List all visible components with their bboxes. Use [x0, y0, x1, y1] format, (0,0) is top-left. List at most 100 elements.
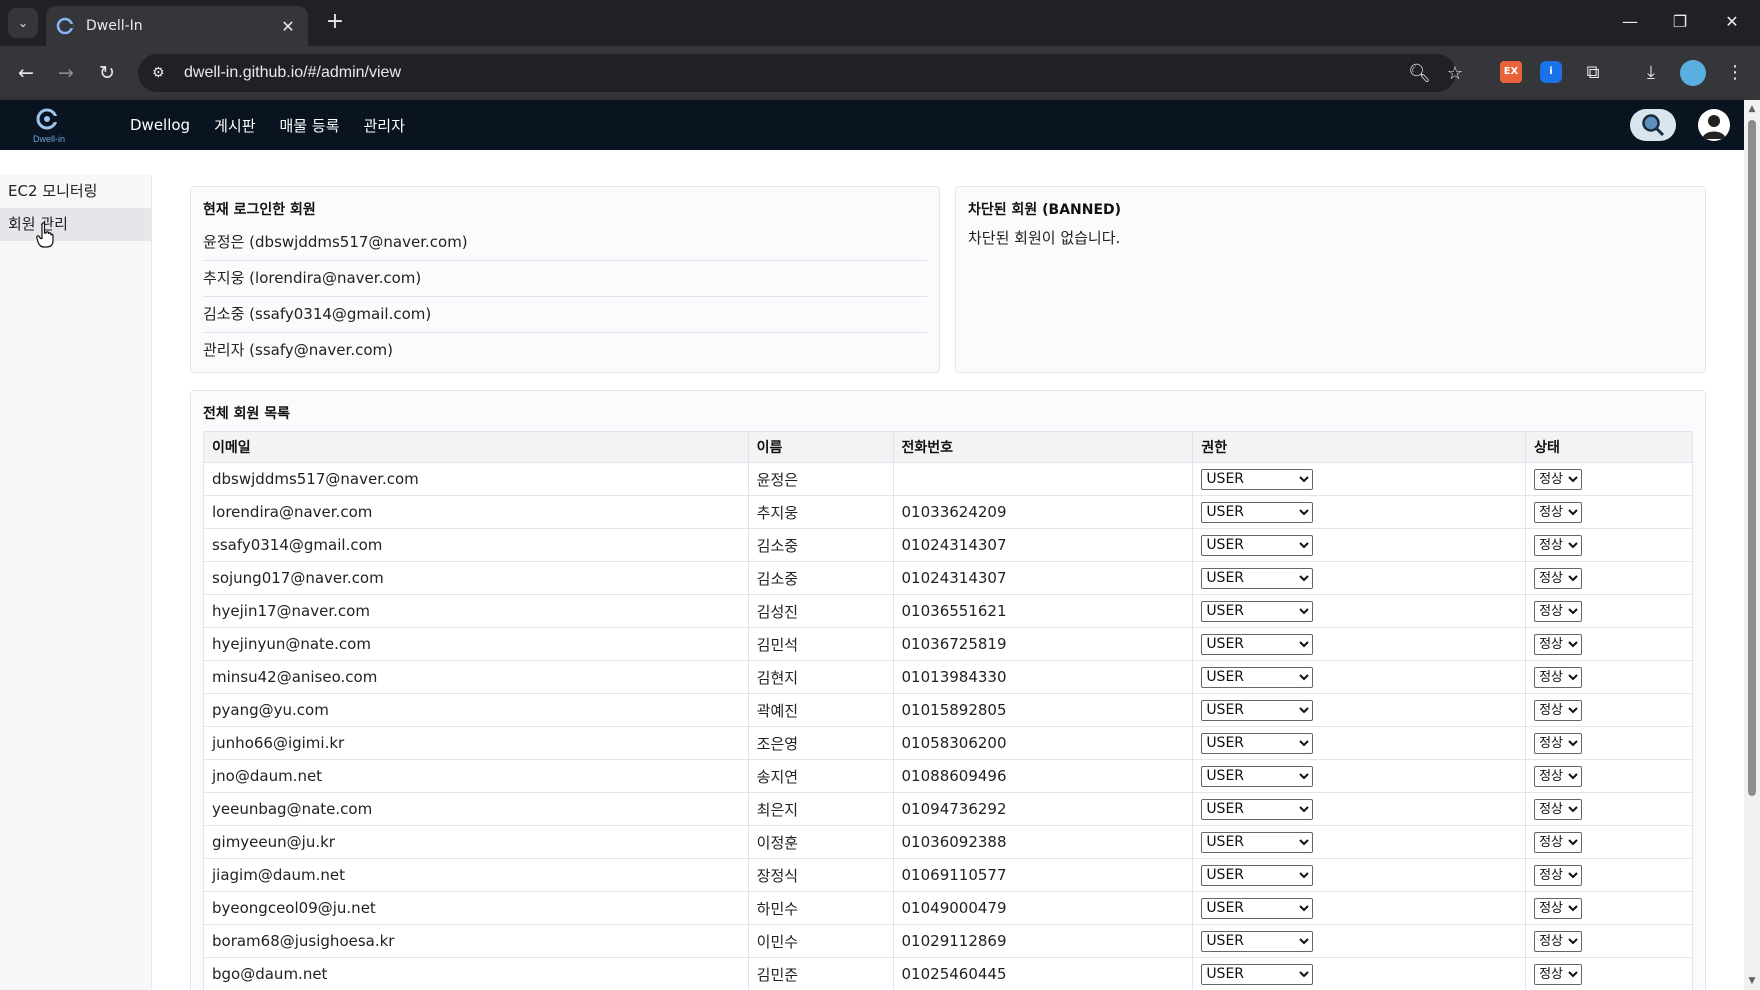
member-email: yeeunbag@nate.com	[203, 792, 749, 826]
status-select[interactable]: 정상	[1534, 699, 1583, 721]
member-email: jiagim@daum.net	[203, 858, 749, 892]
status-select[interactable]: 정상	[1534, 930, 1583, 952]
member-phone: 01024314307	[892, 561, 1194, 595]
table-row: gimyeeun@ju.kr 이정훈 01036092388 USER 정상	[203, 825, 1693, 859]
close-window-icon[interactable]: ✕	[1712, 8, 1752, 36]
member-name: 김소중	[747, 561, 894, 595]
site-info-icon[interactable]: ⚙	[152, 65, 176, 81]
status-select[interactable]: 정상	[1534, 666, 1583, 688]
sidebar-item-member-management[interactable]: 회원 관리	[0, 208, 151, 241]
sidebar-item-ec2-monitoring[interactable]: EC2 모니터링	[0, 175, 151, 208]
browser-tab-active[interactable]: Dwell-In ✕	[46, 6, 308, 46]
role-select[interactable]: USER	[1201, 699, 1314, 721]
member-name: 김민준	[747, 957, 894, 990]
search-button[interactable]	[1630, 109, 1676, 141]
forward-arrow-icon[interactable]: →	[52, 59, 80, 87]
status-select[interactable]: 정상	[1534, 963, 1583, 985]
role-select[interactable]: USER	[1201, 501, 1314, 523]
menu-board[interactable]: 게시판	[214, 115, 255, 136]
member-name: 조은영	[747, 726, 894, 760]
banned-members-card: 차단된 회원 (BANNED) 차단된 회원이 없습니다.	[955, 186, 1706, 373]
search-icon	[1642, 114, 1665, 137]
table-row: jiagim@daum.net 장정식 01069110577 USER 정상	[203, 858, 1693, 892]
kebab-menu-icon[interactable]: ⋮	[1722, 60, 1748, 86]
member-status-cell: 정상	[1525, 825, 1693, 859]
browser-toolbar: ← → ↻ ⚙ dwell-in.github.io/#/admin/view …	[0, 46, 1760, 100]
status-select[interactable]: 정상	[1534, 600, 1583, 622]
extension-shield-icon[interactable]: i	[1540, 61, 1562, 83]
logged-in-title: 현재 로그인한 회원	[203, 202, 316, 218]
member-email: gimyeeun@ju.kr	[203, 825, 749, 859]
extension-ex-icon[interactable]: EX	[1500, 61, 1522, 83]
member-status-cell: 정상	[1525, 957, 1693, 990]
member-status-cell: 정상	[1525, 561, 1693, 595]
member-role-cell: USER	[1192, 660, 1527, 694]
tab-close-icon[interactable]: ✕	[278, 17, 298, 36]
browser-profile-avatar[interactable]	[1680, 60, 1706, 86]
scroll-down-icon[interactable]: ▼	[1747, 976, 1757, 986]
new-tab-button[interactable]: +	[322, 10, 348, 36]
role-select[interactable]: USER	[1201, 930, 1314, 952]
banned-empty-text: 차단된 회원이 없습니다.	[968, 229, 1121, 247]
dwell-in-favicon-icon	[56, 17, 74, 35]
status-select[interactable]: 정상	[1534, 765, 1583, 787]
member-role-cell: USER	[1192, 891, 1527, 925]
tab-search-chevron-icon[interactable]: ⌄	[8, 8, 38, 38]
role-select[interactable]: USER	[1201, 534, 1314, 556]
member-email: junho66@igimi.kr	[203, 726, 749, 760]
member-status-cell: 정상	[1525, 726, 1693, 760]
admin-sidebar: EC2 모니터링 회원 관리	[0, 175, 152, 990]
profile-button[interactable]	[1698, 109, 1730, 141]
url-text[interactable]: dwell-in.github.io/#/admin/view	[184, 64, 401, 82]
role-select[interactable]: USER	[1201, 765, 1314, 787]
role-select[interactable]: USER	[1201, 963, 1314, 985]
status-select[interactable]: 정상	[1534, 732, 1583, 754]
member-name: 이민수	[747, 924, 894, 958]
minimize-icon[interactable]: —	[1610, 8, 1650, 36]
member-phone: 01094736292	[892, 792, 1194, 826]
star-icon[interactable]: ☆	[1444, 63, 1466, 85]
column-header-name: 이름	[747, 431, 894, 463]
role-select[interactable]: USER	[1201, 831, 1314, 853]
member-role-cell: USER	[1192, 792, 1527, 826]
reload-icon[interactable]: ↻	[93, 59, 121, 87]
scroll-up-icon[interactable]: ▲	[1747, 104, 1757, 114]
role-select[interactable]: USER	[1201, 468, 1314, 490]
role-select[interactable]: USER	[1201, 567, 1314, 589]
scroll-thumb[interactable]	[1748, 120, 1756, 796]
zoom-icon[interactable]: 🔍︎	[1408, 63, 1431, 85]
main-menu: Dwellog 게시판 매물 등록 관리자	[130, 100, 429, 150]
restore-icon[interactable]: ❐	[1660, 8, 1700, 36]
status-select[interactable]: 정상	[1534, 468, 1583, 490]
role-select[interactable]: USER	[1201, 666, 1314, 688]
role-select[interactable]: USER	[1201, 864, 1314, 886]
status-select[interactable]: 정상	[1534, 567, 1583, 589]
admin-page: EC2 모니터링 회원 관리 현재 로그인한 회원 윤정은 (dbswjddms…	[0, 150, 1744, 990]
status-select[interactable]: 정상	[1534, 831, 1583, 853]
menu-register-property[interactable]: 매물 등록	[280, 115, 340, 136]
role-select[interactable]: USER	[1201, 633, 1314, 655]
all-members-title: 전체 회원 목록	[203, 406, 291, 422]
status-select[interactable]: 정상	[1534, 633, 1583, 655]
role-select[interactable]: USER	[1201, 732, 1314, 754]
role-select[interactable]: USER	[1201, 600, 1314, 622]
download-icon[interactable]: ⤓	[1638, 60, 1664, 86]
role-select[interactable]: USER	[1201, 897, 1314, 919]
status-select[interactable]: 정상	[1534, 864, 1583, 886]
status-select[interactable]: 정상	[1534, 897, 1583, 919]
menu-dwellog[interactable]: Dwellog	[130, 116, 190, 134]
back-arrow-icon[interactable]: ←	[12, 59, 40, 87]
members-table: 이메일 이름 전화번호 권한 상태 dbswjddms517@naver.com…	[203, 431, 1693, 990]
member-email: minsu42@aniseo.com	[203, 660, 749, 694]
status-select[interactable]: 정상	[1534, 534, 1583, 556]
member-name: 추지웅	[747, 495, 894, 529]
menu-admin[interactable]: 관리자	[363, 115, 404, 136]
status-select[interactable]: 정상	[1534, 798, 1583, 820]
address-bar[interactable]: ⚙ dwell-in.github.io/#/admin/view 🔍︎ ☆	[138, 54, 1463, 92]
puzzle-icon[interactable]: ⧉	[1580, 60, 1606, 86]
table-row: pyang@yu.com 곽예진 01015892805 USER 정상	[203, 693, 1693, 727]
role-select[interactable]: USER	[1201, 798, 1314, 820]
hand-cursor-icon	[36, 222, 54, 248]
page-scrollbar[interactable]: ▲ ▼	[1744, 100, 1760, 990]
status-select[interactable]: 정상	[1534, 501, 1583, 523]
